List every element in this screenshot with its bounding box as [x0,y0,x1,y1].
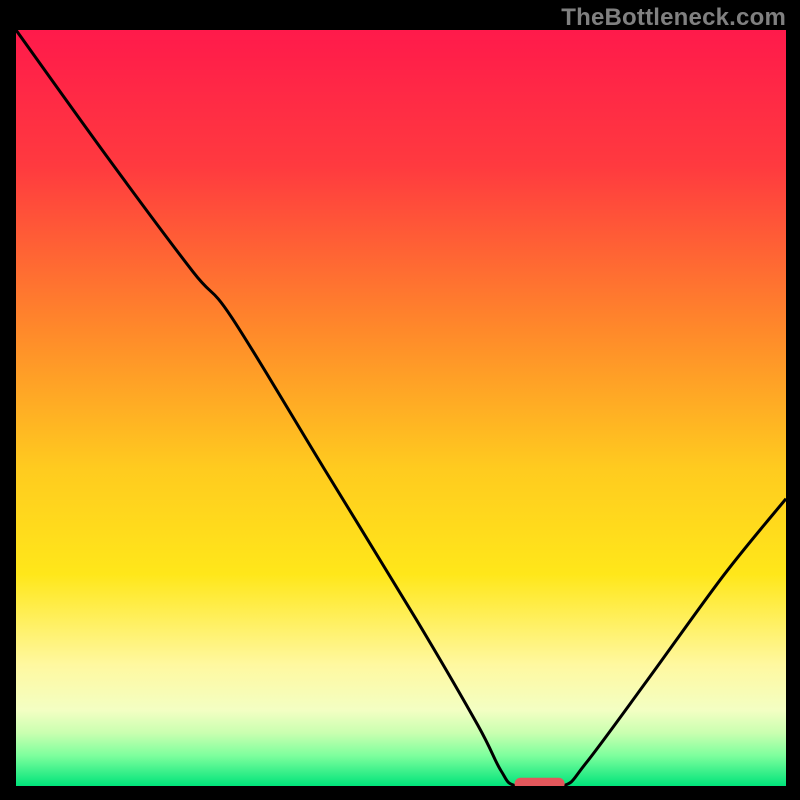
bottleneck-chart [16,30,786,786]
watermark-text: TheBottleneck.com [561,4,786,32]
gradient-background [16,30,786,786]
optimum-marker [515,778,565,786]
chart-frame [16,30,786,786]
